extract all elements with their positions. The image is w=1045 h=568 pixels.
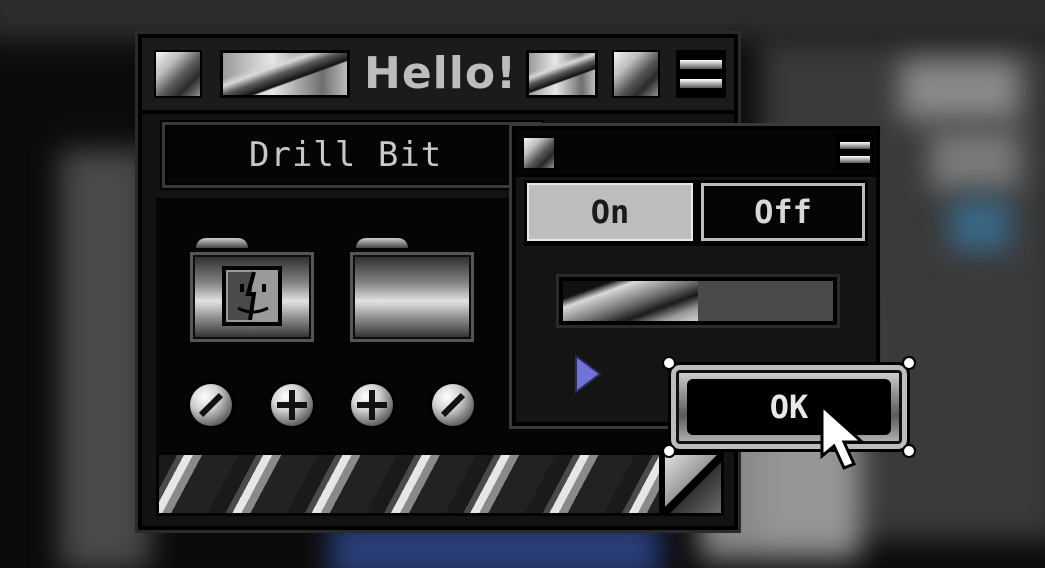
title-stripe-left	[220, 50, 350, 98]
arrow-cursor-icon	[820, 404, 866, 470]
selection-handle[interactable]	[662, 444, 676, 458]
title-stripe-right	[526, 50, 598, 98]
title-bar[interactable]: Hello!	[142, 38, 734, 114]
phillips-screw-icon	[271, 384, 313, 426]
collapse-box-icon[interactable]	[676, 50, 726, 98]
progress-bar	[556, 274, 840, 328]
progress-fill	[563, 281, 698, 321]
selection-handle[interactable]	[902, 444, 916, 458]
close-box-icon[interactable]	[522, 136, 556, 170]
resize-grip-icon[interactable]	[662, 452, 724, 516]
toggle-on-button[interactable]: On	[524, 180, 696, 244]
selection-handle[interactable]	[902, 356, 916, 370]
flat-screw-icon	[432, 384, 474, 426]
progress-track	[563, 281, 833, 321]
folder-tab	[196, 238, 248, 248]
close-box-icon[interactable]	[154, 50, 202, 98]
folder-tab	[356, 238, 408, 248]
bottom-grip-bar	[156, 452, 662, 516]
finder-folder-icon[interactable]	[190, 238, 314, 342]
finder-face-icon	[222, 266, 282, 326]
sub-title-bar[interactable]	[516, 130, 876, 177]
phillips-screw-icon	[351, 384, 393, 426]
disclosure-triangle-icon[interactable]	[572, 354, 602, 394]
label-field-text: Drill Bit	[249, 135, 443, 175]
flat-screw-icon	[190, 384, 232, 426]
folder-icon[interactable]	[350, 238, 474, 342]
zoom-box-icon[interactable]	[612, 50, 660, 98]
label-field: Drill Bit	[162, 122, 542, 188]
window-title: Hello!	[364, 48, 518, 99]
ok-button-container: OK	[662, 356, 916, 458]
toggle-off-button[interactable]: Off	[698, 180, 868, 244]
folder-body	[190, 252, 314, 342]
toggle-group: On Off	[524, 180, 868, 246]
selection-handle[interactable]	[662, 356, 676, 370]
collapse-box-icon[interactable]	[836, 134, 874, 170]
folder-body	[350, 252, 474, 342]
ok-button[interactable]: OK	[668, 362, 910, 452]
